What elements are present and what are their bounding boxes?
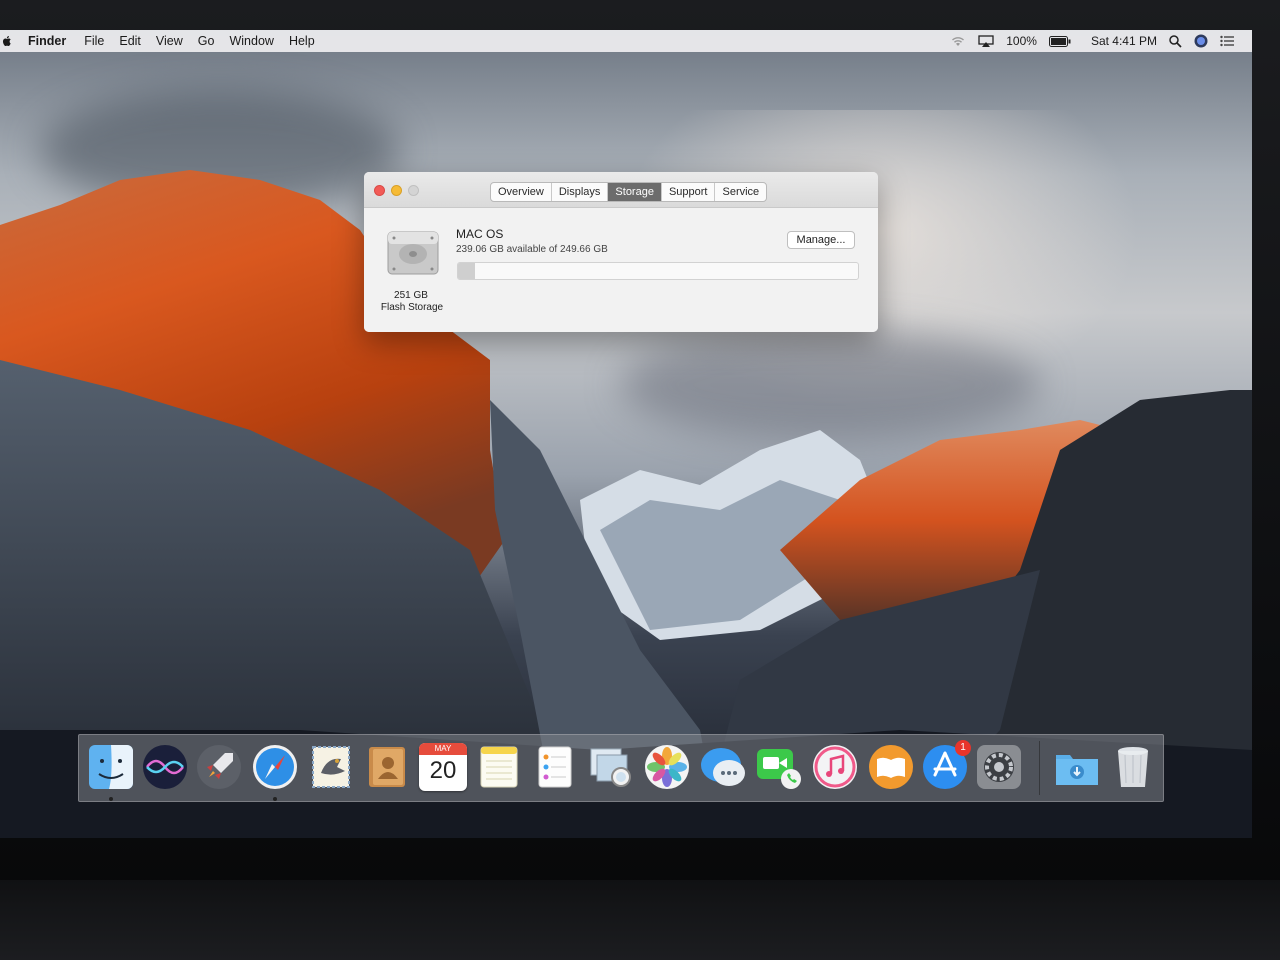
about-this-mac-window: Overview Displays Storage Support Servic… <box>364 172 878 332</box>
calendar-day: 20 <box>429 757 457 784</box>
tab-storage[interactable]: Storage <box>608 183 662 201</box>
notification-center-icon[interactable] <box>1220 35 1234 47</box>
menu-view[interactable]: View <box>156 34 183 48</box>
messages-icon[interactable] <box>699 743 747 791</box>
menu-window[interactable]: Window <box>229 34 273 48</box>
menu-clock[interactable]: Sat 4:41 PM <box>1091 34 1157 48</box>
launchpad-icon[interactable] <box>195 743 243 791</box>
tab-overview[interactable]: Overview <box>491 183 552 201</box>
system-preferences-icon[interactable] <box>975 743 1023 791</box>
preview-icon[interactable] <box>587 743 635 791</box>
window-titlebar[interactable]: Overview Displays Storage Support Servic… <box>364 172 878 208</box>
flash-storage-disk-icon <box>387 231 439 275</box>
battery-percent: 100% <box>1006 34 1037 48</box>
calendar-icon[interactable]: MAY 20 <box>419 743 467 791</box>
wifi-icon[interactable] <box>950 35 966 47</box>
menu-file[interactable]: File <box>84 34 104 48</box>
tab-service[interactable]: Service <box>715 183 766 201</box>
storage-panel: 251 GB Flash Storage MAC OS 239.06 GB av… <box>364 208 878 332</box>
notes-icon[interactable] <box>475 743 523 791</box>
itunes-icon[interactable] <box>811 743 859 791</box>
dock: MAY 20 1 <box>78 734 1164 802</box>
dock-separator <box>1039 741 1040 795</box>
trash-icon[interactable] <box>1109 743 1157 791</box>
keyboard-area <box>0 880 1280 960</box>
menu-edit[interactable]: Edit <box>119 34 141 48</box>
disk-type: Flash Storage <box>380 302 444 313</box>
tab-support[interactable]: Support <box>662 183 716 201</box>
menu-help[interactable]: Help <box>289 34 315 48</box>
volume-name: MAC OS <box>456 227 504 241</box>
finder-icon[interactable] <box>87 743 135 791</box>
storage-usage-fill <box>458 263 475 279</box>
finder-running-indicator <box>109 797 113 801</box>
minimize-button[interactable] <box>391 185 402 196</box>
safari-running-indicator <box>273 797 277 801</box>
tab-bar: Overview Displays Storage Support Servic… <box>490 182 768 202</box>
battery-icon[interactable] <box>1048 35 1071 47</box>
volume-available: 239.06 GB available of 249.66 GB <box>456 244 608 255</box>
menu-go[interactable]: Go <box>198 34 215 48</box>
safari-icon[interactable] <box>251 743 299 791</box>
contacts-icon[interactable] <box>363 743 411 791</box>
zoom-button <box>408 185 419 196</box>
menu-app-name[interactable]: Finder <box>28 34 66 48</box>
facetime-icon[interactable] <box>755 743 803 791</box>
wallpaper-mountains <box>0 170 1252 838</box>
photos-icon[interactable] <box>643 743 691 791</box>
app-store-badge: 1 <box>955 740 971 756</box>
ibooks-icon[interactable] <box>867 743 915 791</box>
close-button[interactable] <box>374 185 385 196</box>
menu-bar: Finder File Edit View Go Window Help 100… <box>0 30 1252 52</box>
reminders-icon[interactable] <box>531 743 579 791</box>
storage-usage-bar <box>457 262 859 280</box>
tab-displays[interactable]: Displays <box>552 183 609 201</box>
manage-button[interactable]: Manage... <box>787 231 855 249</box>
desktop <box>0 30 1252 838</box>
spotlight-icon[interactable] <box>1169 34 1182 48</box>
mail-icon[interactable] <box>307 743 355 791</box>
calendar-month: MAY <box>419 743 467 755</box>
disk-capacity: 251 GB <box>394 290 428 301</box>
downloads-folder-icon[interactable] <box>1053 743 1101 791</box>
airplay-icon[interactable] <box>978 34 994 48</box>
apple-icon[interactable] <box>0 34 14 48</box>
siri-icon[interactable] <box>141 743 189 791</box>
siri-icon[interactable] <box>1194 34 1208 48</box>
